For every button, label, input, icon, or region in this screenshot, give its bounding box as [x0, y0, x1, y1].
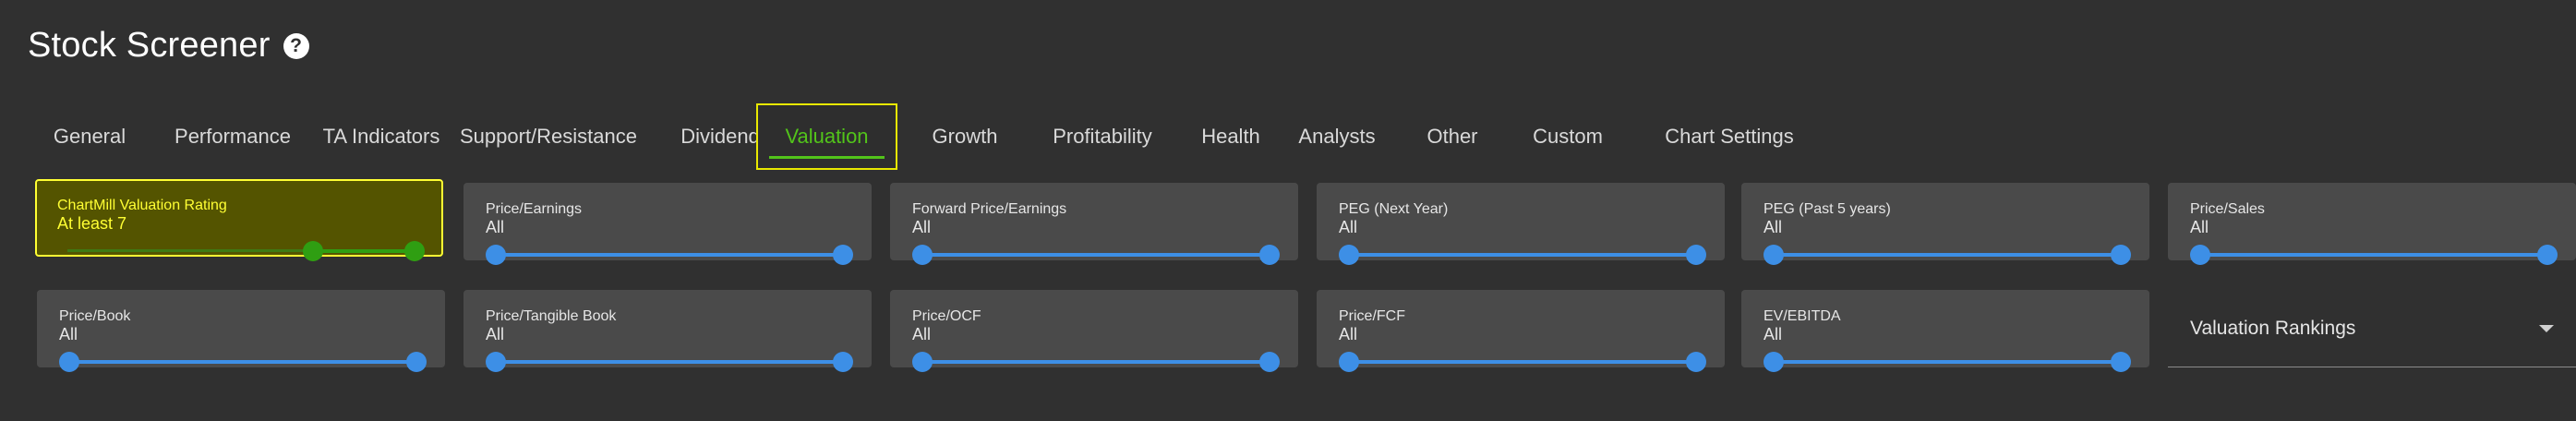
- filter-value: All: [1763, 325, 1783, 343]
- tab-label: Support/Resistance: [460, 125, 637, 148]
- filter-value: All: [912, 325, 932, 343]
- slider-max-handle[interactable]: [1686, 352, 1706, 372]
- tab-label: Other: [1426, 125, 1478, 148]
- filter-price-tangible-book[interactable]: Price/Tangible Book All: [463, 290, 872, 372]
- filter-label: EV/EBITDA: [1763, 308, 1841, 324]
- filter-price-ocf[interactable]: Price/OCF All: [890, 290, 1298, 372]
- tab-custom[interactable]: Custom: [1513, 103, 1622, 170]
- filter-chartmill-valuation-rating[interactable]: ChartMill Valuation Rating At least 7: [35, 179, 443, 261]
- filter-value: All: [486, 325, 505, 343]
- tab-label: General: [53, 125, 126, 148]
- slider-min-handle[interactable]: [59, 352, 79, 372]
- filter-peg-next-year[interactable]: PEG (Next Year) All: [1317, 183, 1725, 265]
- filter-label: ChartMill Valuation Rating: [57, 198, 227, 213]
- filter-ev-ebitda[interactable]: EV/EBITDA All: [1741, 290, 2149, 372]
- filter-price-book[interactable]: Price/Book All: [37, 290, 445, 372]
- slider-max-handle[interactable]: [2111, 245, 2131, 265]
- slider-track: [69, 360, 416, 364]
- tab-label: Custom: [1533, 125, 1603, 148]
- slider-min-handle[interactable]: [486, 352, 506, 372]
- active-tab-indicator: [769, 156, 885, 159]
- filter-label: PEG (Next Year): [1339, 201, 1449, 217]
- filter-label: Price/Tangible Book: [486, 308, 617, 324]
- slider-min-handle[interactable]: [486, 245, 506, 265]
- slider-max-handle[interactable]: [833, 352, 853, 372]
- slider-track: [496, 360, 843, 364]
- tab-analysts[interactable]: Analysts: [1276, 103, 1398, 170]
- slider-min-handle[interactable]: [2190, 245, 2210, 265]
- slider-track: [1774, 253, 2121, 257]
- slider-min-handle[interactable]: [912, 245, 933, 265]
- filter-price-fcf[interactable]: Price/FCF All: [1317, 290, 1725, 372]
- tab-label: Valuation: [785, 125, 869, 148]
- slider-max-handle[interactable]: [1259, 245, 1280, 265]
- filter-label: Forward Price/Earnings: [912, 201, 1067, 217]
- slider-min-handle[interactable]: [912, 352, 933, 372]
- slider-min-handle[interactable]: [303, 241, 323, 261]
- slider-track: [1774, 360, 2121, 364]
- filter-value: All: [912, 218, 932, 236]
- filter-value: All: [2190, 218, 2209, 236]
- tab-support-resistance[interactable]: Support/Resistance: [445, 103, 652, 170]
- tab-valuation[interactable]: Valuation: [756, 103, 897, 170]
- slider-track: [496, 253, 843, 257]
- filter-value: All: [486, 218, 505, 236]
- tab-label: Growth: [932, 125, 998, 148]
- slider-min-handle[interactable]: [1763, 352, 1784, 372]
- slider-track: [1349, 360, 1696, 364]
- help-icon[interactable]: ?: [283, 32, 309, 59]
- filter-label: Price/Sales: [2190, 201, 2265, 217]
- slider-max-handle[interactable]: [406, 352, 427, 372]
- slider-track: [922, 253, 1270, 257]
- filter-price-sales[interactable]: Price/Sales All: [2168, 183, 2576, 265]
- tab-chart-settings[interactable]: Chart Settings: [1642, 103, 1817, 170]
- dropdown-label: Valuation Rankings: [2190, 318, 2356, 339]
- filter-label: Price/OCF: [912, 308, 981, 324]
- slider-max-handle[interactable]: [404, 241, 425, 261]
- tab-growth[interactable]: Growth: [911, 103, 1018, 170]
- tab-ta-indicators[interactable]: TA Indicators: [308, 103, 454, 170]
- tab-label: TA Indicators: [322, 125, 440, 148]
- filter-value: At least 7: [57, 214, 127, 233]
- tab-general[interactable]: General: [28, 103, 151, 170]
- chevron-down-icon[interactable]: [2539, 325, 2554, 332]
- tab-other[interactable]: Other: [1407, 103, 1498, 170]
- tab-profitability[interactable]: Profitability: [1016, 103, 1189, 170]
- tab-label: Performance: [175, 125, 291, 148]
- tab-label: Profitability: [1053, 125, 1152, 148]
- filter-label: Price/Book: [59, 308, 131, 324]
- page-header: Stock Screener ?: [28, 26, 309, 66]
- tab-performance[interactable]: Performance: [151, 103, 314, 170]
- page-title: Stock Screener: [28, 26, 271, 65]
- filter-label: Price/FCF: [1339, 308, 1405, 324]
- slider-track: [319, 249, 415, 253]
- filter-value: All: [1763, 218, 1783, 236]
- slider-max-handle[interactable]: [2111, 352, 2131, 372]
- tab-label: Dividend: [680, 125, 760, 148]
- tab-health[interactable]: Health: [1180, 103, 1282, 170]
- slider-track: [2200, 253, 2547, 257]
- filter-forward-price-earnings[interactable]: Forward Price/Earnings All: [890, 183, 1298, 265]
- filter-peg-past-5-years[interactable]: PEG (Past 5 years) All: [1741, 183, 2149, 265]
- filter-price-earnings[interactable]: Price/Earnings All: [463, 183, 872, 265]
- slider-track: [922, 360, 1270, 364]
- filter-label: Price/Earnings: [486, 201, 583, 217]
- slider-min-handle[interactable]: [1339, 352, 1359, 372]
- valuation-rankings-dropdown[interactable]: Valuation Rankings: [2168, 290, 2576, 367]
- slider-min-handle[interactable]: [1339, 245, 1359, 265]
- slider-track: [1349, 253, 1696, 257]
- slider-max-handle[interactable]: [2537, 245, 2558, 265]
- slider-max-handle[interactable]: [833, 245, 853, 265]
- slider-max-handle[interactable]: [1686, 245, 1706, 265]
- filter-value: All: [1339, 325, 1358, 343]
- tab-label: Analysts: [1298, 125, 1376, 148]
- slider-min-handle[interactable]: [1763, 245, 1784, 265]
- tab-label: Chart Settings: [1665, 125, 1794, 148]
- filter-value: All: [59, 325, 78, 343]
- filter-label: PEG (Past 5 years): [1763, 201, 1891, 217]
- slider-max-handle[interactable]: [1259, 352, 1280, 372]
- filter-value: All: [1339, 218, 1358, 236]
- tab-label: Health: [1201, 125, 1260, 148]
